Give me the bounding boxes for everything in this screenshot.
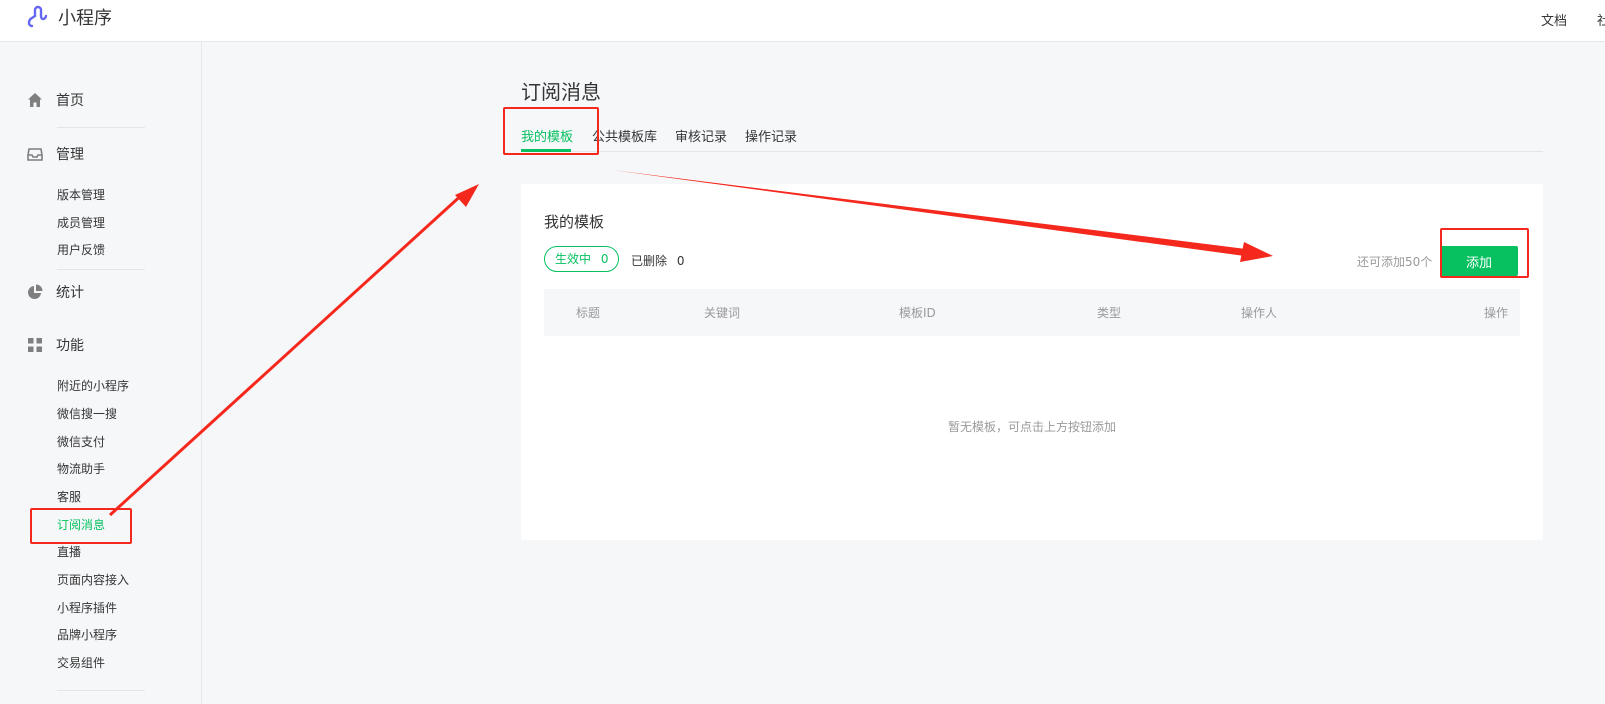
sidebar-item-label: 管理	[56, 147, 84, 163]
page-title: 订阅消息	[521, 80, 601, 104]
sidebar-item-brand[interactable]: 品牌小程序	[57, 626, 117, 643]
sidebar-item-label: 首页	[56, 93, 84, 109]
sidebar-item-nearby[interactable]: 附近的小程序	[57, 377, 129, 394]
sidebar-item-home[interactable]: 首页	[26, 90, 84, 110]
status-count: 0	[600, 252, 609, 266]
annotation-box-add-button	[1440, 228, 1529, 278]
sidebar-item-pay[interactable]: 微信支付	[57, 433, 105, 450]
column-header: 模板ID	[899, 306, 936, 320]
tab-bar: 我的模板 公共模板库 审核记录 操作记录	[521, 120, 1543, 152]
column-header: 关键词	[704, 306, 741, 320]
status-filter-active[interactable]: 生效中 0	[544, 246, 620, 272]
status-count: 0	[676, 254, 685, 268]
sidebar-divider	[57, 127, 145, 128]
community-link[interactable]: 社	[1597, 10, 1605, 29]
pie-chart-icon	[28, 284, 43, 299]
table-header: 标题 关键词 模板ID 类型 操作人 操作	[544, 289, 1520, 336]
column-header: 标题	[576, 306, 601, 320]
annotation-box-tab	[503, 107, 599, 155]
sidebar-item-stats[interactable]: 统计	[26, 282, 84, 302]
card-title: 我的模板	[544, 213, 605, 231]
tab-public-library[interactable]: 公共模板库	[592, 126, 657, 145]
empty-state-message: 暂无模板，可点击上方按钮添加	[947, 420, 1116, 434]
sidebar-item-manage[interactable]: 管理	[26, 144, 84, 164]
home-icon	[28, 93, 42, 107]
sidebar-divider	[57, 269, 145, 270]
sidebar-item-live[interactable]: 直播	[57, 543, 81, 560]
tab-review-records[interactable]: 审核记录	[675, 126, 727, 145]
sidebar-item-customer-service[interactable]: 客服	[57, 488, 81, 505]
grid-icon	[28, 338, 42, 352]
sidebar-item-search[interactable]: 微信搜一搜	[57, 405, 117, 422]
sidebar-item-label: 功能	[56, 338, 84, 354]
sidebar-item-version[interactable]: 版本管理	[57, 186, 105, 203]
app-title: 小程序	[58, 8, 112, 29]
sidebar: 首页 管理 版本管理 成员管理 用户反馈 统计 功能 附近的小程序 微信搜一搜 …	[0, 42, 202, 704]
remaining-quota: 还可添加50个	[1357, 255, 1433, 269]
app-logo[interactable]: 小程序	[26, 4, 112, 30]
annotation-box-sidebar	[30, 508, 132, 544]
sidebar-item-label: 统计	[56, 285, 84, 301]
tab-operation-records[interactable]: 操作记录	[745, 126, 797, 145]
sidebar-item-members[interactable]: 成员管理	[57, 214, 105, 231]
miniprogram-logo-icon	[27, 5, 48, 28]
sidebar-divider	[57, 690, 145, 691]
sidebar-item-logistics[interactable]: 物流助手	[57, 460, 105, 477]
docs-link[interactable]: 文档	[1541, 10, 1567, 29]
sidebar-item-trade-component[interactable]: 交易组件	[57, 654, 105, 671]
sidebar-item-features[interactable]: 功能	[26, 335, 84, 355]
status-filter-deleted[interactable]: 已删除 0	[631, 252, 684, 269]
column-header: 操作	[1484, 306, 1509, 320]
column-header: 类型	[1097, 306, 1122, 320]
top-bar: 小程序 文档 社	[0, 0, 1605, 42]
sidebar-item-feedback[interactable]: 用户反馈	[57, 241, 105, 258]
column-header: 操作人	[1241, 306, 1278, 320]
annotation-arrowhead	[455, 184, 479, 207]
status-label: 生效中	[555, 252, 592, 266]
sidebar-item-plugin[interactable]: 小程序插件	[57, 599, 117, 616]
templates-card: 我的模板 生效中 0 已删除 0 还可添加50个 添加 标题 关键词 模板ID …	[521, 184, 1543, 540]
status-label: 已删除	[631, 254, 668, 268]
inbox-icon	[27, 148, 43, 161]
sidebar-item-page-content[interactable]: 页面内容接入	[57, 571, 129, 588]
